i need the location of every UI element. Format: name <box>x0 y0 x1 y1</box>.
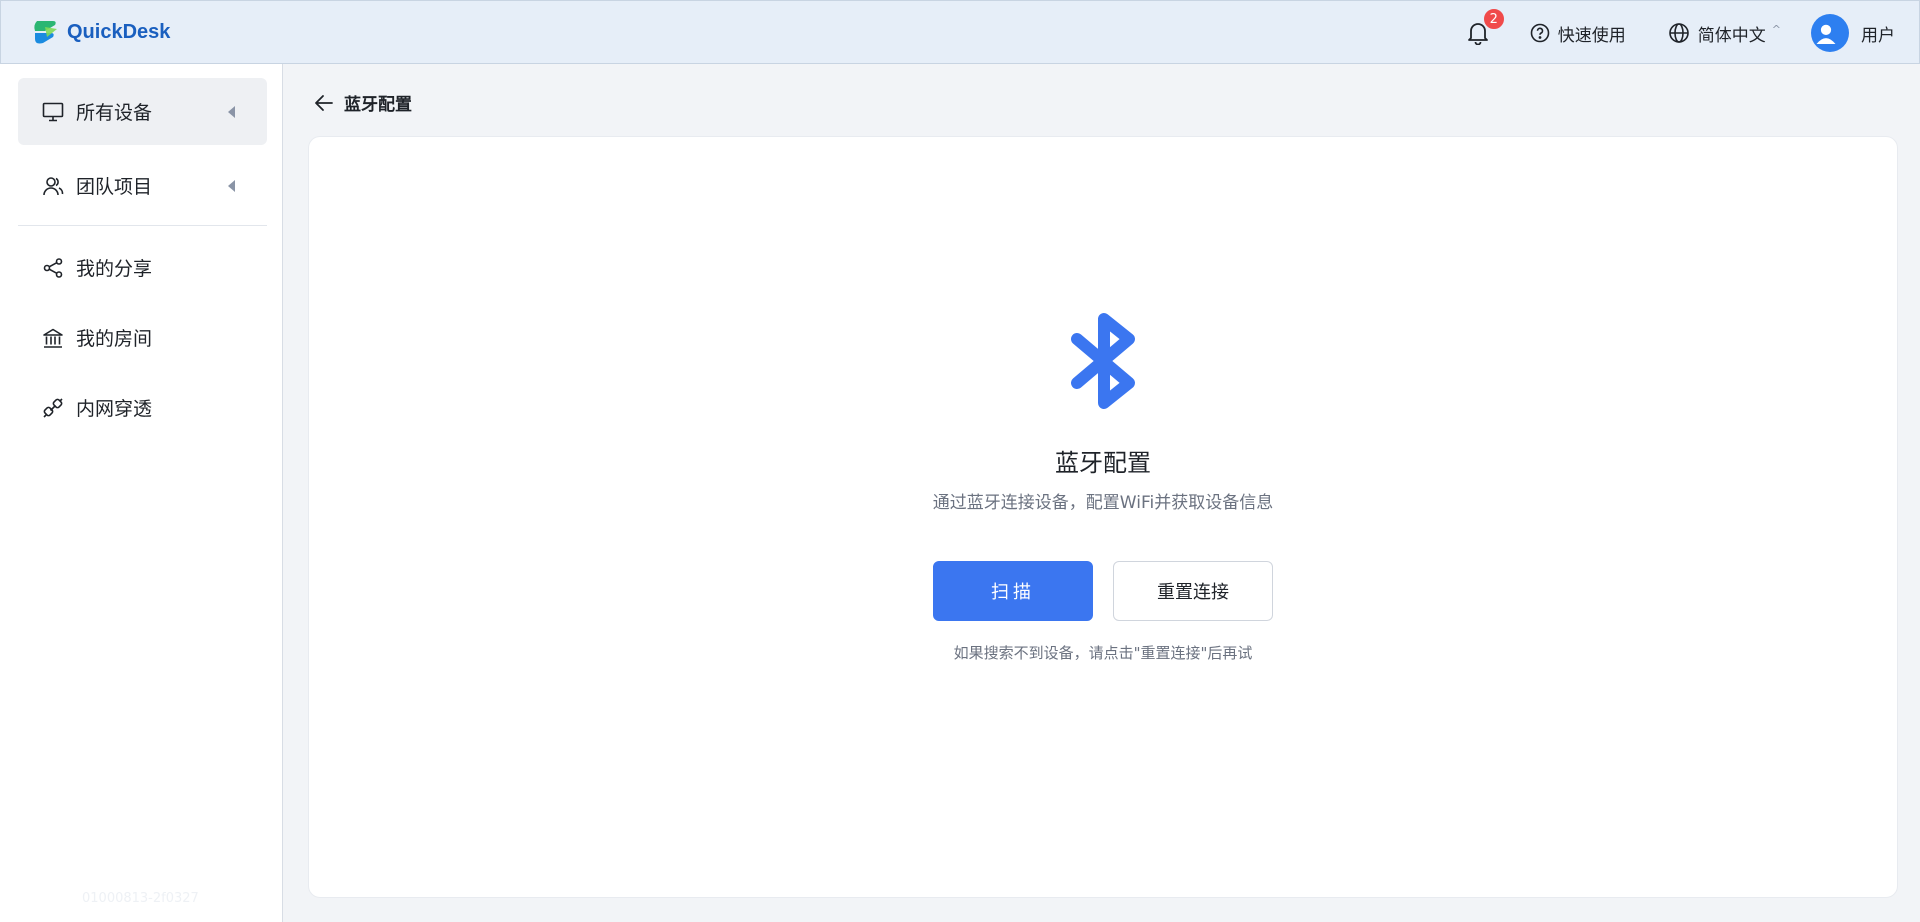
language-label: 简体中文 <box>1697 25 1766 46</box>
sidebar-divider <box>18 225 267 226</box>
monitor-icon <box>42 102 64 121</box>
bluetooth-icon <box>1071 313 1135 409</box>
share-icon <box>43 257 63 278</box>
header-actions: 2 快速使用 简体中文 ^ 用户 <box>1464 1 1895 65</box>
sidebar-item-label: 内网穿透 <box>76 398 153 420</box>
hint-text: 如果搜索不到设备，请点击"重置连接"后再试 <box>953 644 1253 662</box>
reset-connection-button[interactable]: 重置连接 <box>1113 561 1273 621</box>
notification-badge: 2 <box>1481 7 1506 31</box>
sidebar-item-label: 我的分享 <box>76 258 153 280</box>
sidebar-item-all-devices[interactable]: 所有设备 <box>18 78 267 145</box>
sidebar-item-label: 团队项目 <box>76 176 153 198</box>
page-title: 蓝牙配置 <box>344 95 412 115</box>
link-icon <box>43 397 63 418</box>
logo[interactable]: QuickDesk <box>31 17 170 47</box>
caret-left-icon[interactable] <box>228 105 235 118</box>
sidebar-item-label: 我的房间 <box>76 328 153 350</box>
card-title: 蓝牙配置 <box>1055 449 1151 477</box>
version-text: 01000813-2f0327 <box>82 891 199 906</box>
sidebar: 所有设备 团队项目 我的分享 我的房间 内网穿透 01000813-2f0327 <box>0 64 283 922</box>
logo-text: QuickDesk <box>67 20 171 43</box>
back-breadcrumb[interactable]: 蓝牙配置 <box>314 90 412 115</box>
language-select[interactable]: 简体中文 ^ <box>1668 21 1781 46</box>
avatar <box>1811 14 1849 52</box>
user-label: 用户 <box>1861 25 1895 46</box>
top-header: QuickDesk 2 快速使用 简体中文 ^ 用户 <box>0 0 1920 64</box>
user-icon <box>1816 24 1836 45</box>
user-menu[interactable]: 用户 <box>1811 14 1895 52</box>
arrow-left-icon[interactable] <box>314 94 334 112</box>
caret-left-icon[interactable] <box>228 179 235 192</box>
sidebar-item-intranet-penetration[interactable]: 内网穿透 <box>18 374 267 441</box>
sidebar-item-my-rooms[interactable]: 我的房间 <box>18 304 267 371</box>
notification-button[interactable]: 2 <box>1464 7 1506 47</box>
globe-icon <box>1668 23 1689 43</box>
team-icon <box>43 176 64 195</box>
bluetooth-config-card: 蓝牙配置 通过蓝牙连接设备，配置WiFi并获取设备信息 扫描 重置连接 如果搜索… <box>308 136 1898 898</box>
sidebar-item-team-projects[interactable]: 团队项目 <box>18 152 267 219</box>
sidebar-item-my-shares[interactable]: 我的分享 <box>18 234 267 301</box>
question-circle-icon <box>1530 23 1550 43</box>
building-icon <box>43 328 63 348</box>
chevron-up-icon: ^ <box>1771 22 1781 36</box>
scan-button[interactable]: 扫描 <box>933 561 1093 621</box>
quick-start-label: 快速使用 <box>1557 25 1626 46</box>
card-description: 通过蓝牙连接设备，配置WiFi并获取设备信息 <box>932 493 1274 513</box>
quickdesk-logo-icon <box>34 21 57 44</box>
quick-start-link[interactable]: 快速使用 <box>1530 21 1626 46</box>
sidebar-item-label: 所有设备 <box>76 102 153 124</box>
